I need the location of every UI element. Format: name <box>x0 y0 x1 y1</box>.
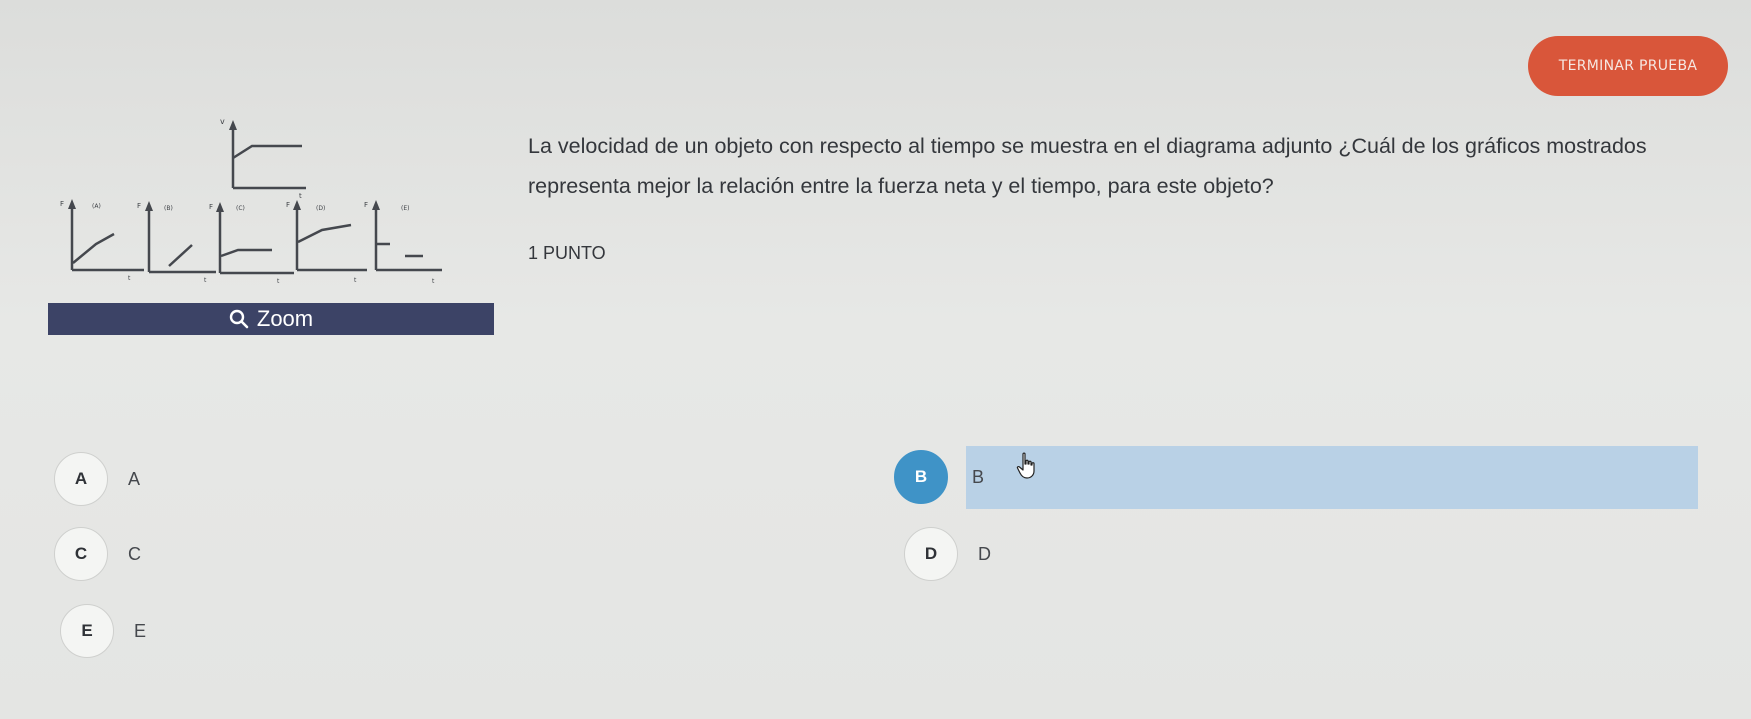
option-c[interactable]: C C <box>54 522 141 586</box>
graph-c <box>216 202 294 275</box>
graph-a-t-label: t <box>128 275 131 282</box>
graph-d-t-label: t <box>354 277 357 284</box>
graph-e-f-label: F <box>364 201 368 209</box>
option-a-letter: A <box>54 452 108 506</box>
graph-e-t-label: t <box>432 278 435 285</box>
option-b-text: B <box>972 466 985 487</box>
finish-test-button[interactable]: TERMINAR PRUEBA <box>1528 36 1728 96</box>
graph-b-t-label: t <box>204 277 207 284</box>
hand-pointer-icon <box>1016 452 1038 485</box>
option-c-letter: C <box>54 527 108 581</box>
graph-d <box>293 200 367 272</box>
option-b-letter: B <box>894 450 948 504</box>
graph-d-id: (D) <box>316 205 325 212</box>
graph-c-f-label: F <box>209 203 213 211</box>
graph-a-id: (A) <box>92 203 101 210</box>
v-axis-label: v <box>220 117 225 126</box>
graph-a <box>68 199 144 272</box>
magnifier-icon <box>229 309 249 329</box>
question-points: 1 PUNTO <box>528 243 606 263</box>
option-e[interactable]: E E <box>60 599 146 663</box>
option-a-text: A <box>128 468 141 489</box>
option-a[interactable]: A A <box>54 447 140 511</box>
question-text: La velocidad de un objeto con respecto a… <box>528 134 1647 198</box>
graph-e-id: (E) <box>401 205 409 212</box>
option-e-text: E <box>134 620 147 641</box>
option-d-letter: D <box>904 527 958 581</box>
option-b[interactable]: B B <box>894 445 1698 509</box>
zoom-button[interactable]: Zoom <box>48 303 494 335</box>
graph-a-f-label: F <box>60 200 64 208</box>
graph-b-f-label: F <box>137 202 141 210</box>
zoom-label: Zoom <box>256 306 314 331</box>
option-d[interactable]: D D <box>904 522 991 586</box>
graph-b <box>145 201 216 274</box>
option-c-text: C <box>128 543 141 564</box>
option-e-letter: E <box>60 604 114 658</box>
graph-b-id: (B) <box>164 205 173 212</box>
option-d-text: D <box>978 543 991 564</box>
option-b-selected-highlight <box>966 446 1698 509</box>
graph-d-f-label: F <box>286 201 290 209</box>
graph-c-id: (C) <box>236 205 245 212</box>
graph-c-t-label: t <box>277 278 280 285</box>
velocity-time-graph <box>229 120 306 190</box>
t-axis-label: t <box>299 192 302 200</box>
